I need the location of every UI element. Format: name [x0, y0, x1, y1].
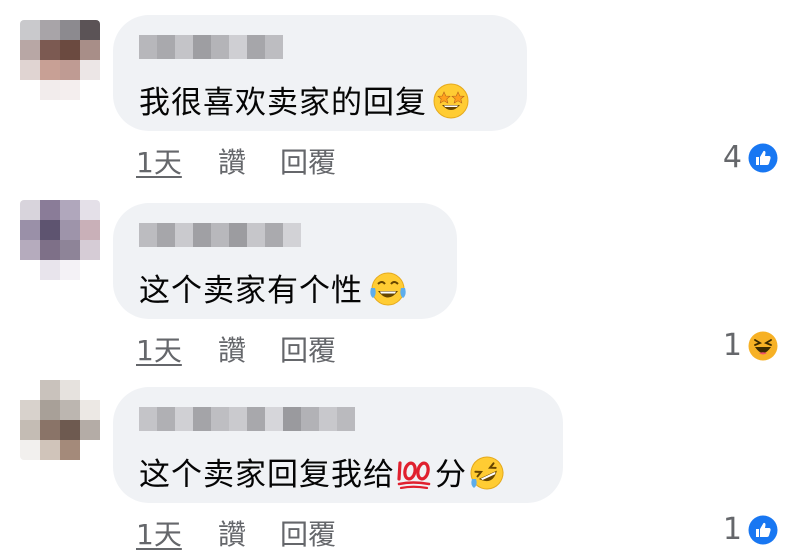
avatar[interactable] [20, 20, 100, 100]
reaction-count: 4 [722, 140, 742, 175]
tears-of-joy-emoji-icon [369, 271, 407, 315]
timestamp-link[interactable]: 1天 [136, 141, 218, 181]
comment-text: 这个卖家有个性 [139, 265, 407, 315]
hundred-points-emoji-icon [397, 457, 433, 497]
comment-text: 我很喜欢卖家的回复 [139, 77, 469, 127]
comment-actions: 1天 讚 回覆 [136, 329, 360, 369]
blurred-username[interactable] [139, 35, 283, 59]
comment-bubble: 这个卖家有个性 [113, 203, 457, 319]
reaction-summary[interactable]: 1 [723, 328, 778, 363]
comment-bubble: 这个卖家回复我给 分 [113, 387, 563, 503]
rolling-on-floor-laughing-emoji-icon [469, 455, 505, 499]
reaction-summary[interactable]: 4 [723, 140, 778, 175]
timestamp-link[interactable]: 1天 [136, 329, 218, 369]
comment-text: 这个卖家回复我给 分 [139, 449, 505, 499]
avatar[interactable] [20, 380, 100, 460]
timestamp-link[interactable]: 1天 [136, 513, 218, 553]
reply-button[interactable]: 回覆 [280, 513, 360, 553]
blurred-username[interactable] [139, 223, 301, 247]
reaction-count: 1 [722, 512, 742, 547]
like-reaction-icon [748, 515, 778, 545]
comment-actions: 1天 讚 回覆 [136, 513, 360, 553]
reaction-summary[interactable]: 1 [723, 512, 778, 547]
comment-thread: 我很喜欢卖家的回复 1天 讚 回覆 4 这个卖家有个性 1天 讚 回覆 1 这个… [0, 0, 800, 557]
reply-button[interactable]: 回覆 [280, 141, 360, 181]
reply-button[interactable]: 回覆 [280, 329, 360, 369]
comment-actions: 1天 讚 回覆 [136, 141, 360, 181]
like-button[interactable]: 讚 [218, 329, 280, 369]
reaction-count: 1 [722, 328, 742, 363]
blurred-username[interactable] [139, 407, 355, 431]
star-struck-emoji-icon [433, 83, 469, 127]
like-button[interactable]: 讚 [218, 513, 280, 553]
like-button[interactable]: 讚 [218, 141, 280, 181]
haha-reaction-icon [748, 331, 778, 361]
avatar[interactable] [20, 200, 100, 280]
comment-bubble: 我很喜欢卖家的回复 [113, 15, 527, 131]
like-reaction-icon [748, 143, 778, 173]
